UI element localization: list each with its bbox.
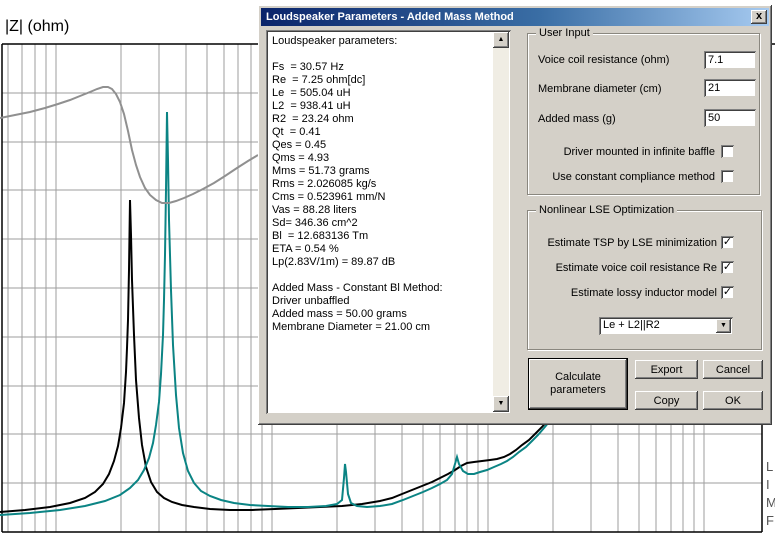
scroll-down-icon[interactable]: ▼ <box>493 396 509 412</box>
dialog-titlebar[interactable]: Loudspeaker Parameters - Added Mass Meth… <box>261 8 769 26</box>
report-scrollbar[interactable]: ▲ ▼ <box>493 32 509 412</box>
series-phase-curve <box>0 86 259 204</box>
calculate-parameters-button[interactable]: Calculate parameters <box>528 358 628 410</box>
lse-optimization-group: Nonlinear LSE Optimization Estimate TSP … <box>527 204 762 350</box>
cancel-button[interactable]: Cancel <box>703 360 763 379</box>
membrane-diameter-input[interactable]: 21 <box>704 79 756 97</box>
added-mass-label: Added mass (g) <box>538 113 616 125</box>
parameters-report-text: Loudspeaker parameters: Fs = 30.57 Hz Re… <box>272 35 443 333</box>
scroll-up-icon[interactable]: ▲ <box>493 32 509 48</box>
close-icon[interactable]: x <box>751 10 767 24</box>
constant-compliance-checkbox[interactable] <box>721 170 734 183</box>
estimate-re-checkbox[interactable]: ✓ <box>721 261 734 274</box>
user-input-group: User Input Voice coil resistance (ohm) 7… <box>527 27 760 195</box>
parameters-report[interactable]: Loudspeaker parameters: Fs = 30.57 Hz Re… <box>266 30 511 414</box>
inductor-model-select[interactable]: Le + L2||R2 ▼ <box>599 317 733 335</box>
estimate-lossy-inductor-checkbox[interactable]: ✓ <box>721 286 734 299</box>
loudspeaker-parameters-dialog: Loudspeaker Parameters - Added Mass Meth… <box>258 5 772 425</box>
estimate-tsp-label: Estimate TSP by LSE minimization <box>547 237 717 249</box>
inductor-model-value: Le + L2||R2 <box>603 319 660 331</box>
export-button[interactable]: Export <box>635 360 698 379</box>
clipped-side-text: L I M F <box>766 459 775 528</box>
copy-button[interactable]: Copy <box>635 391 698 410</box>
infinite-baffle-label: Driver mounted in infinite baffle <box>563 146 715 158</box>
dialog-title: Loudspeaker Parameters - Added Mass Meth… <box>266 11 514 23</box>
estimate-re-label: Estimate voice coil resistance Re <box>555 262 717 274</box>
estimate-lossy-inductor-label: Estimate lossy inductor model <box>570 287 717 299</box>
ok-button[interactable]: OK <box>703 391 763 410</box>
user-input-legend: User Input <box>536 27 593 39</box>
constant-compliance-label: Use constant compliance method <box>552 171 715 183</box>
estimate-tsp-checkbox[interactable]: ✓ <box>721 236 734 249</box>
membrane-diameter-label: Membrane diameter (cm) <box>538 83 662 95</box>
infinite-baffle-checkbox[interactable] <box>721 145 734 158</box>
chevron-down-icon[interactable]: ▼ <box>716 319 731 333</box>
limp-app-window: |Z| (ohm) L I M F Loudspeaker Parameters… <box>0 0 775 538</box>
voice-coil-resistance-input[interactable]: 7.1 <box>704 51 756 69</box>
lse-optimization-legend: Nonlinear LSE Optimization <box>536 204 678 216</box>
voice-coil-resistance-label: Voice coil resistance (ohm) <box>538 54 670 66</box>
added-mass-input[interactable]: 50 <box>704 109 756 127</box>
